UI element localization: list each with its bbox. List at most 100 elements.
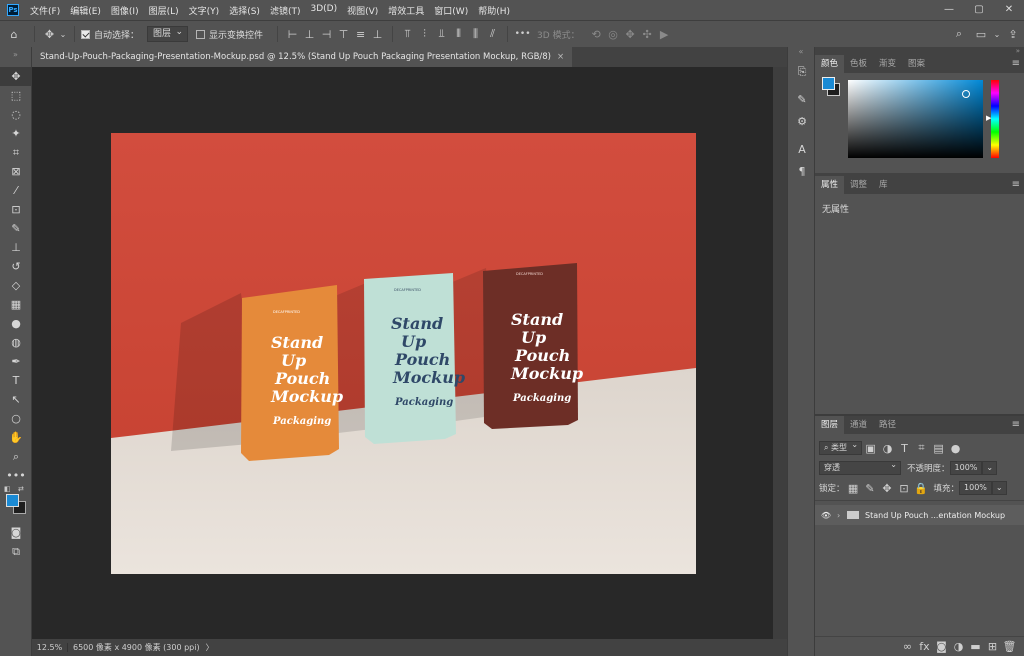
collapse-icon[interactable]: « <box>788 47 814 61</box>
path-selection-icon[interactable]: ↖ <box>0 390 32 409</box>
lock-transparent-icon[interactable]: ▦ <box>845 482 862 495</box>
panel-tab[interactable]: 属性 <box>815 176 845 194</box>
3d-slide-icon[interactable]: ✣ <box>639 28 656 41</box>
lock-all-icon[interactable]: 🔒 <box>913 482 930 495</box>
lock-position-icon[interactable]: ✥ <box>879 482 896 495</box>
adjustments-icon[interactable]: ⚙ <box>788 111 816 133</box>
auto-select-dropdown[interactable]: 图层 <box>147 25 189 42</box>
menu-item[interactable]: 文字(Y) <box>184 4 225 17</box>
menu-item[interactable]: 选择(S) <box>224 4 265 17</box>
healing-brush-icon[interactable]: ⊡ <box>0 200 32 219</box>
document-tab[interactable]: Stand-Up-Pouch-Packaging-Presentation-Mo… <box>32 47 573 67</box>
type-tool-icon[interactable]: T <box>0 371 32 390</box>
pen-tool-icon[interactable]: ✒ <box>0 352 32 371</box>
close-tab-icon[interactable]: × <box>557 52 564 62</box>
panel-tab[interactable]: 库 <box>873 176 894 194</box>
brush-settings-icon[interactable]: ✎ <box>788 89 816 111</box>
align-top-icon[interactable]: ⊤ <box>335 28 352 41</box>
swap-colors-icon[interactable]: ⇄ <box>18 485 24 493</box>
restore-button[interactable]: ▢ <box>964 0 994 20</box>
align-center-icon[interactable]: ⊥ <box>301 28 318 41</box>
dodge-tool-icon[interactable]: ◍ <box>0 333 32 352</box>
filter-type-icon[interactable]: T <box>896 442 913 455</box>
opacity-field[interactable]: 100% <box>949 461 983 475</box>
character-panel-icon[interactable]: A <box>788 139 816 161</box>
history-panel-icon[interactable]: ⎘ <box>788 61 816 83</box>
hand-tool-icon[interactable]: ✋ <box>0 428 32 447</box>
delete-layer-icon[interactable]: 🗑 <box>1001 640 1018 653</box>
filter-pixel-icon[interactable]: ▣ <box>862 442 879 455</box>
more-options-icon[interactable]: ••• <box>514 29 531 39</box>
status-menu-icon[interactable]: 〉 <box>206 642 214 653</box>
distribute-middle-icon[interactable]: ⫶ <box>416 27 433 41</box>
lasso-tool-icon[interactable]: ◌ <box>0 105 32 124</box>
document-image[interactable]: DECAFPRINTED Stand Up Pouch Mockup Packa… <box>111 133 696 574</box>
align-middle-icon[interactable]: ≡ <box>352 28 369 41</box>
new-group-icon[interactable]: ▬ <box>967 640 984 653</box>
align-bottom-icon[interactable]: ⊥ <box>369 28 386 41</box>
panel-tab[interactable]: 通道 <box>844 416 873 434</box>
frame-tool-icon[interactable]: ⊠ <box>0 162 32 181</box>
share-icon[interactable]: ⇪ <box>1002 28 1024 41</box>
menu-item[interactable]: 窗口(W) <box>429 4 473 17</box>
distribute-center-icon[interactable]: ⫼ <box>467 27 484 41</box>
3d-orbit-icon[interactable]: ⟲ <box>588 28 605 41</box>
new-layer-icon[interactable]: ⊞ <box>984 640 1001 653</box>
clone-stamp-icon[interactable]: ⊥ <box>0 238 32 257</box>
menu-item[interactable]: 编辑(E) <box>65 4 106 17</box>
filter-adjustment-icon[interactable]: ◑ <box>879 442 896 455</box>
3d-scale-icon[interactable]: ▶ <box>656 28 673 41</box>
menu-item[interactable]: 文件(F) <box>25 4 65 17</box>
menu-item[interactable]: 增效工具 <box>383 4 429 17</box>
vertical-scrollbar[interactable] <box>773 67 787 639</box>
panel-tab[interactable]: 路径 <box>873 416 902 434</box>
crop-tool-icon[interactable]: ⌗ <box>0 143 32 162</box>
foreground-color-swatch[interactable] <box>822 77 835 90</box>
brush-tool-icon[interactable]: ✎ <box>0 219 32 238</box>
hue-slider-marker-icon[interactable]: ▶ <box>986 114 991 122</box>
layer-row[interactable]: 👁 › Stand Up Pouch ...entation Mockup <box>815 505 1024 525</box>
chevron-right-icon[interactable]: › <box>837 511 845 520</box>
auto-select-checkbox[interactable]: 自动选择： <box>81 28 139 41</box>
menu-item[interactable]: 帮助(H) <box>473 4 515 17</box>
paragraph-panel-icon[interactable]: ¶ <box>788 161 816 183</box>
chevron-down-icon[interactable]: ⌄ <box>991 481 1007 495</box>
minimize-button[interactable]: — <box>934 0 964 20</box>
chevron-down-icon[interactable]: ⌄ <box>992 30 1002 39</box>
chevron-down-icon[interactable]: ⌄ <box>58 30 68 39</box>
quick-mask-icon[interactable]: ◙ <box>0 523 32 542</box>
panel-tab[interactable]: 渐变 <box>873 55 902 73</box>
eyedropper-icon[interactable]: ⁄ <box>0 181 32 200</box>
magic-wand-icon[interactable]: ✦ <box>0 124 32 143</box>
menu-item[interactable]: 图像(I) <box>106 4 144 17</box>
color-picker-marker[interactable] <box>962 90 970 98</box>
panel-menu-icon[interactable]: ≡ <box>1012 176 1020 194</box>
foreground-color-swatch[interactable] <box>6 494 19 507</box>
menu-item[interactable]: 3D(D) <box>305 4 342 17</box>
zoom-tool-icon[interactable]: ⌕ <box>0 447 32 466</box>
panel-tab[interactable]: 调整 <box>844 176 873 194</box>
move-tool-icon[interactable]: ✥ <box>0 67 32 86</box>
panel-tab[interactable]: 色板 <box>844 55 873 73</box>
collapse-icon[interactable]: » <box>815 47 1024 55</box>
hue-slider[interactable] <box>991 80 999 158</box>
blur-tool-icon[interactable]: ● <box>0 314 32 333</box>
panel-tab[interactable]: 颜色 <box>815 55 845 73</box>
eraser-icon[interactable]: ◇ <box>0 276 32 295</box>
workspace-icon[interactable]: ▭ <box>970 28 992 41</box>
lock-image-icon[interactable]: ✎ <box>862 482 879 495</box>
panel-tab[interactable]: 图案 <box>902 55 931 73</box>
collapse-icon[interactable]: » <box>0 47 31 67</box>
edit-toolbar-icon[interactable]: ••• <box>0 466 32 485</box>
link-layers-icon[interactable]: ∞ <box>899 640 916 653</box>
default-colors-icon[interactable]: ◧ <box>4 485 11 493</box>
distribute-bottom-icon[interactable]: ⫫ <box>433 27 450 41</box>
search-icon[interactable]: ⌕ <box>948 27 970 41</box>
filter-shape-icon[interactable]: ⌗ <box>913 441 930 455</box>
fill-field[interactable]: 100% <box>959 481 992 495</box>
panel-tab[interactable]: 图层 <box>815 416 845 434</box>
layer-filter-dropdown[interactable]: ⌕ 类型 <box>819 439 863 455</box>
distribute-left-icon[interactable]: ⫴ <box>450 27 467 41</box>
gradient-tool-icon[interactable]: ▦ <box>0 295 32 314</box>
move-tool-preset-icon[interactable]: ✥ <box>41 28 58 41</box>
